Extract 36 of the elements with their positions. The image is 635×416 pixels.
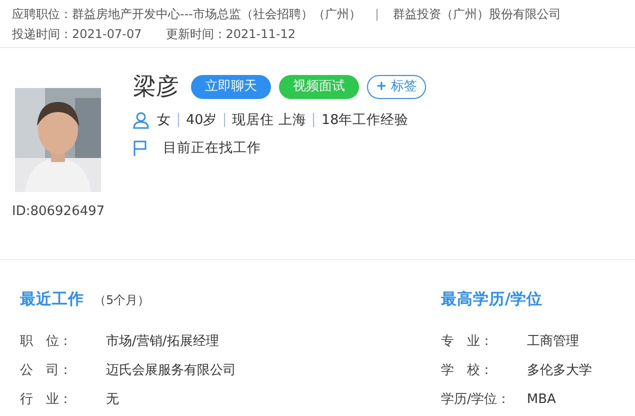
video-button[interactable]: 视频面试 [279,75,359,99]
date-text: 2021-11-12 [226,26,296,43]
field-value: 工商管理 [526,333,579,352]
field-label: 投递时间： [12,26,72,43]
field-value: 无 [106,391,119,410]
field-value: MBA [526,391,556,410]
company-text: 群益投资（广州）股份有限公司 [393,6,562,23]
duration-text: （5个月） [94,292,150,309]
field-label: 应聘职位： [12,6,72,23]
field-label: 学 校： [440,362,494,380]
tag-button[interactable]: + 标签 [367,75,426,99]
field-label: 行 业： [20,391,73,410]
date-text: 2021-07-07 [72,26,142,43]
separator-text: | [375,6,380,23]
profile-fact: 18年工作经验 [321,111,409,130]
field-value: 市场/营销/拓展经理 [106,333,219,352]
profile-fact: 40岁 [186,111,218,130]
field-value: 多伦多大学 [526,362,592,380]
field-label: 职 位： [20,333,73,352]
field-label: 公 司： [20,362,73,380]
flag-icon [133,140,147,156]
profile-fact: 女 [157,111,171,130]
position-text: 群益房地产开发中心---市场总监（社会招聘）（广州） [72,6,361,23]
field-label: 专 业： [440,333,494,352]
section-title: 最高学历/学位 [440,289,543,310]
field-label: 学历/学位： [440,391,512,410]
section-title: 最近工作 [20,289,84,310]
candidate-name: 梁彦 [133,73,179,102]
plus-icon: + [376,79,387,94]
field-label: 更新时间： [166,26,226,43]
field-value: 迈氏会展服务有限公司 [106,362,236,380]
chat-button[interactable]: 立即聊天 [191,75,271,99]
person-icon [133,112,149,129]
job-status: 目前正在找工作 [163,139,261,158]
profile-fact: 现居住 上海 [232,111,306,130]
id-text: ID:806926497 [12,203,106,221]
